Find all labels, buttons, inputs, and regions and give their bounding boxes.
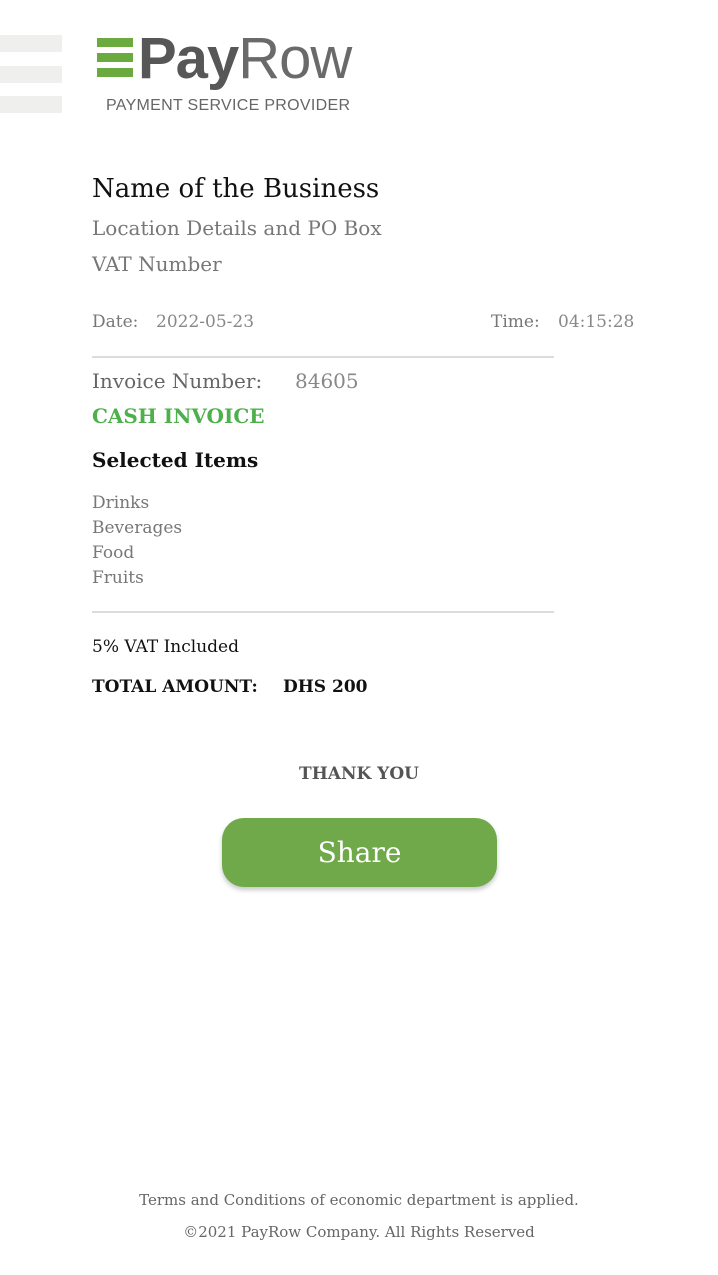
date-value: 2022-05-23 <box>156 312 255 332</box>
business-vat: VAT Number <box>92 252 222 276</box>
total-amount-value: DHS 200 <box>283 677 368 697</box>
terms-text: Terms and Conditions of economic departm… <box>139 1191 579 1209</box>
hamburger-menu-icon[interactable] <box>0 35 62 113</box>
copyright-text: ©2021 PayRow Company. All Rights Reserve… <box>183 1223 535 1241</box>
list-item: Fruits <box>92 568 144 588</box>
vat-note: 5% VAT Included <box>92 637 239 657</box>
time-label: Time: <box>491 312 540 332</box>
selected-items-list: Drinks Beverages Food Fruits <box>92 491 182 591</box>
invoice-number-value: 84605 <box>295 369 359 393</box>
business-name: Name of the Business <box>92 174 380 204</box>
business-location: Location Details and PO Box <box>92 216 382 240</box>
list-item: Beverages <box>92 518 183 538</box>
invoice-number-label: Invoice Number: <box>92 369 263 393</box>
list-item: Drinks <box>92 493 150 513</box>
divider <box>92 356 554 358</box>
logo-subtitle: PAYMENT SERVICE PROVIDER <box>106 97 351 114</box>
invoice-type: CASH INVOICE <box>92 404 265 428</box>
selected-items-title: Selected Items <box>92 448 259 472</box>
share-button[interactable]: Share <box>222 818 497 887</box>
payrow-logo-mark <box>97 38 133 78</box>
date-label: Date: <box>92 312 139 332</box>
list-item: Food <box>92 543 135 563</box>
thank-you-text: THANK YOU <box>299 764 419 784</box>
divider <box>92 611 554 613</box>
total-amount-label: TOTAL AMOUNT: <box>92 677 258 697</box>
payrow-logo: PayRow <box>138 26 352 91</box>
time-value: 04:15:28 <box>558 312 635 332</box>
